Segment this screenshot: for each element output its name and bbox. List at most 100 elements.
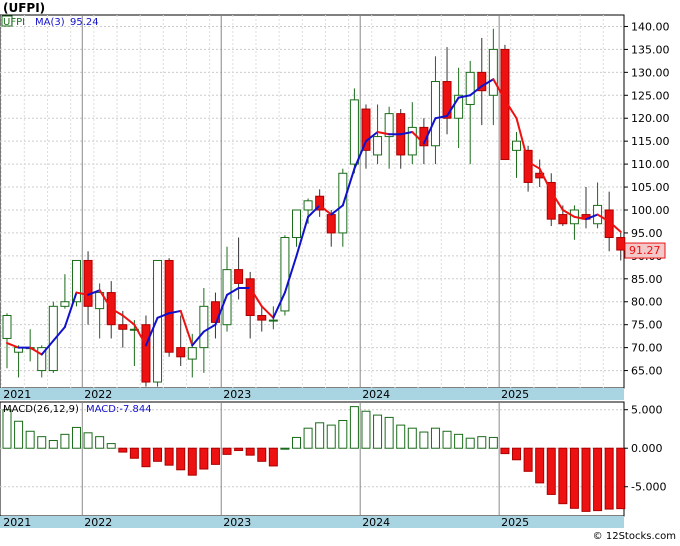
macd-bar-negative	[569, 447, 579, 509]
macd-bar-negative	[118, 447, 128, 453]
last-price-label: 91.27	[629, 244, 661, 257]
macd-bar-positive	[48, 440, 58, 449]
macd-bar-positive	[71, 426, 81, 449]
candle-down	[164, 259, 174, 353]
x-axis-year-label: 2024	[362, 388, 390, 401]
candle-up	[187, 347, 197, 360]
candle-down	[234, 269, 244, 284]
price-y-tick-label: 105.00	[631, 181, 670, 194]
macd-legend-label: MACD(26,12,9)	[3, 404, 79, 415]
price-y-axis: 140.00 135.00 130.00 125.00 120.00 115.00 110.…	[624, 20, 670, 378]
macd-bar-positive	[14, 420, 24, 449]
candle-down	[326, 214, 336, 234]
candle-up	[465, 71, 475, 105]
candle-up	[349, 99, 359, 165]
macd-bar-positive	[373, 414, 383, 449]
x-axis-year-label: 2024	[362, 516, 390, 529]
macd-bar-positive	[280, 447, 290, 450]
candle-up	[373, 136, 383, 156]
macd-bar-positive	[95, 436, 105, 449]
macd-bar-positive	[407, 427, 417, 449]
macd-bar-negative	[257, 447, 267, 462]
price-y-tick-label: 110.00	[631, 158, 670, 171]
macd-bar-positive	[338, 419, 348, 449]
macd-bar-negative	[141, 447, 151, 468]
macd-bar-negative	[245, 447, 255, 456]
macd-bar-positive	[454, 433, 464, 449]
price-y-tick-label: 65.00	[631, 365, 663, 378]
macd-bar-positive	[488, 436, 498, 449]
macd-bar-positive	[60, 433, 70, 449]
macd-bar-negative	[268, 447, 278, 467]
x-axis-year-label: 2025	[501, 516, 529, 529]
candle-down	[141, 324, 151, 383]
candle-up	[60, 301, 70, 307]
price-y-tick-label: 135.00	[631, 43, 670, 56]
candle-up	[199, 305, 209, 349]
macd-bar-negative	[604, 447, 614, 510]
macd-bar-negative	[234, 447, 244, 452]
macd-bar-negative	[500, 447, 510, 455]
macd-legend-value: MACD:-7.844	[86, 404, 152, 415]
price-y-tick-label: 70.00	[631, 342, 663, 355]
macd-bar-positive	[419, 431, 429, 449]
candle-up	[303, 200, 313, 211]
candle-up	[268, 319, 278, 322]
macd-bar-positive	[315, 422, 325, 449]
macd-bar-positive	[25, 430, 35, 449]
macd-bar-negative	[535, 447, 545, 484]
price-y-tick-label: 125.00	[631, 89, 670, 102]
candle-down	[245, 278, 255, 317]
price-y-tick-label: 95.00	[631, 227, 663, 240]
macd-bar-negative	[616, 447, 626, 510]
macd-bar-positive	[349, 406, 359, 449]
macd-bar-negative	[581, 447, 591, 512]
x-axis-year-label: 2023	[223, 516, 251, 529]
candle-up	[430, 81, 440, 147]
candle-down	[176, 347, 186, 358]
x-axis-year-label: 2025	[501, 388, 529, 401]
price-y-tick-label: 120.00	[631, 112, 670, 125]
macd-bar-negative	[523, 447, 533, 472]
macd-bar-positive	[430, 427, 440, 449]
candle-down	[558, 214, 568, 225]
price-y-tick-label: 115.00	[631, 135, 670, 148]
macd-y-tick-label: 0.000	[631, 442, 663, 455]
candle-up	[488, 48, 498, 96]
candle-up	[153, 259, 163, 383]
macd-bar-positive	[477, 436, 487, 449]
candle-down	[257, 315, 267, 321]
price-y-tick-label: 85.00	[631, 273, 663, 286]
x-axis-year-label: 2022	[84, 516, 112, 529]
candle-down	[118, 324, 128, 330]
credit-text: © 12Stocks.com	[592, 531, 676, 542]
macd-bar-positive	[396, 424, 406, 449]
macd-bar-positive	[442, 430, 452, 449]
macd-bar-negative	[512, 447, 522, 461]
macd-bar-negative	[210, 447, 220, 465]
macd-bar-positive	[83, 432, 93, 449]
ma-legend-label: MA(3)	[35, 17, 65, 28]
macd-bar-negative	[593, 447, 603, 512]
macd-bar-positive	[361, 410, 371, 449]
macd-y-tick-label: 5.000	[631, 404, 663, 417]
x-axis-year-label: 2023	[223, 388, 251, 401]
price-y-tick-label: 75.00	[631, 319, 663, 332]
macd-bar-positive	[2, 409, 12, 449]
price-y-tick-label: 130.00	[631, 66, 670, 79]
macd-bar-negative	[199, 447, 209, 470]
macd-bar-negative	[129, 447, 139, 459]
candle-down	[361, 108, 371, 151]
symbol-legend: UFPI	[3, 17, 25, 28]
macd-bar-positive	[326, 424, 336, 449]
macd-y-axis: 5.000 0.000 -5.000	[624, 404, 666, 494]
x-axis-year-label: 2021	[3, 388, 31, 401]
macd-bar-negative	[153, 447, 163, 462]
candle-up	[292, 209, 301, 239]
candle-down	[83, 259, 93, 307]
x-axis-year-label: 2022	[84, 388, 112, 401]
x-axis-year-label: 2021	[3, 516, 31, 529]
macd-bar-positive	[384, 416, 394, 449]
ma-legend-value: 95.24	[70, 17, 99, 28]
stock-chart: 140.00 135.00 130.00 125.00 120.00 115.00 110.…	[0, 14, 670, 529]
